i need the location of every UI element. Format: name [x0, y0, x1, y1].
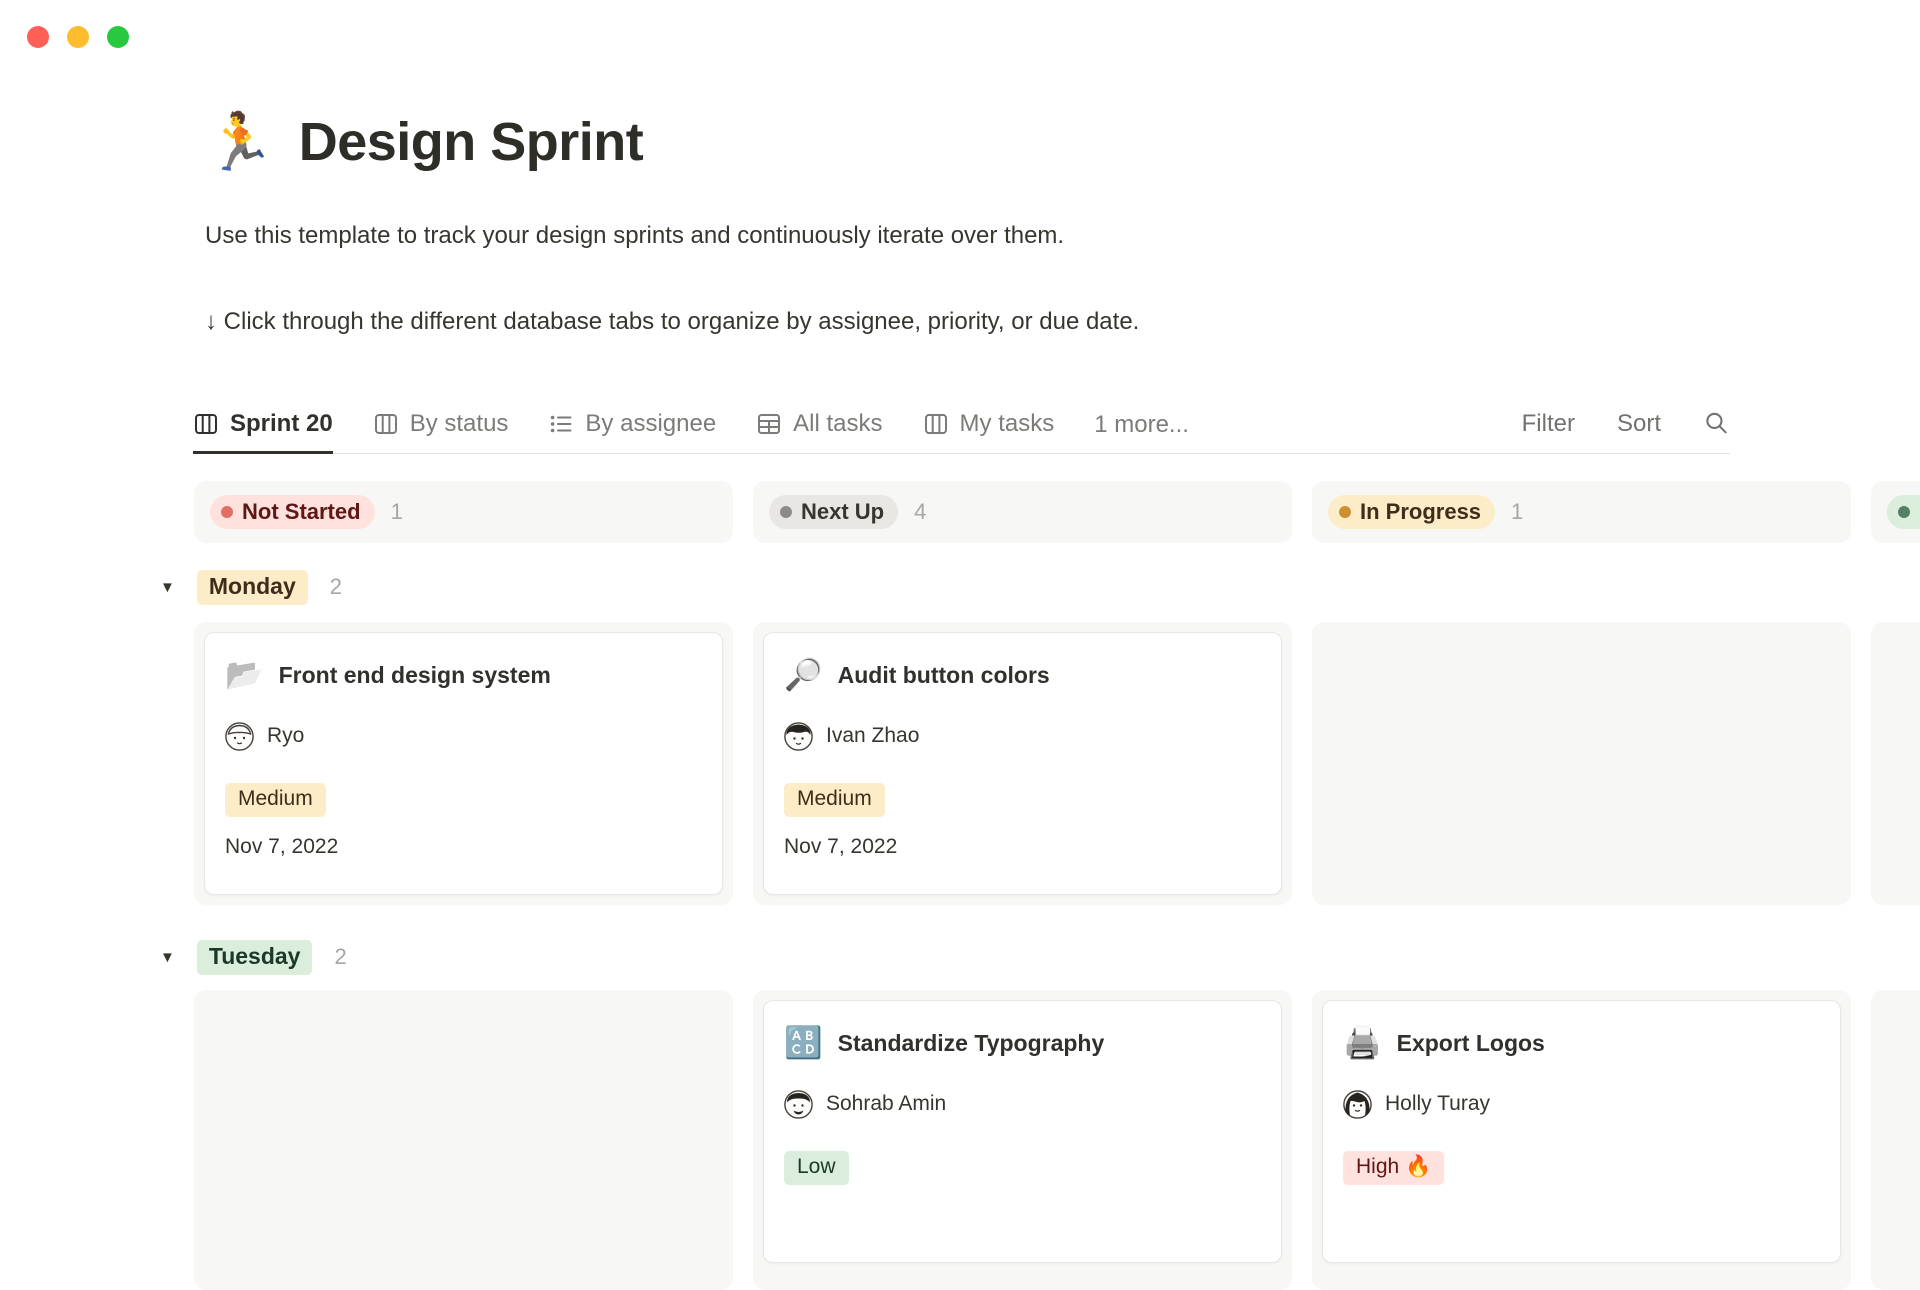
well-monday-not-started: 📂 Front end design system Ryo Medium Nov… [194, 622, 733, 905]
avatar-holly-turay [1343, 1090, 1372, 1119]
view-tabs: Sprint 20 By status By assignee All task… [193, 396, 1054, 453]
page-hint: ↓ Click through the different database t… [205, 308, 1139, 336]
group-row-monday: 📂 Front end design system Ryo Medium Nov… [194, 622, 1920, 905]
status-label: Not Started [242, 499, 361, 525]
group-pill[interactable]: Monday [197, 570, 308, 605]
status-dot-icon [221, 506, 233, 518]
card-title: Export Logos [1397, 1030, 1545, 1057]
avatar-ryo [225, 722, 254, 751]
card-title: Front end design system [279, 662, 551, 689]
well-monday-next-up: 🔎 Audit button colors Ivan Zhao Medium N… [753, 622, 1292, 905]
list-icon [548, 411, 574, 437]
abcd-input-icon: 🔠 [784, 1025, 823, 1061]
board-icon [193, 411, 219, 437]
tab-by-status[interactable]: By status [373, 396, 509, 454]
assignee-name: Sohrab Amin [826, 1092, 946, 1116]
well-tuesday-not-started [194, 990, 733, 1290]
close-button[interactable] [27, 26, 49, 48]
tab-sprint-20[interactable]: Sprint 20 [193, 396, 333, 454]
tab-label: By status [410, 410, 509, 438]
avatar-sohrab-amin [784, 1090, 813, 1119]
assignee-name: Ivan Zhao [826, 724, 919, 748]
column-count: 1 [391, 499, 403, 525]
window-controls [27, 26, 129, 48]
column-header-not-started: Not Started 1 [194, 481, 733, 543]
well-tuesday-partial [1871, 990, 1920, 1290]
priority-badge: High 🔥 [1343, 1151, 1444, 1185]
priority-badge: Medium [225, 783, 326, 817]
tab-label: All tasks [793, 410, 882, 438]
tab-my-tasks[interactable]: My tasks [923, 396, 1055, 454]
tab-label: Sprint 20 [230, 410, 333, 438]
due-date: Nov 7, 2022 [784, 835, 1261, 859]
printer-icon: 🖨️ [1343, 1025, 1382, 1061]
group-row-tuesday: 🔠 Standardize Typography Sohrab Amin Low… [194, 990, 1920, 1290]
priority-badge: Medium [784, 783, 885, 817]
well-monday-in-progress [1312, 622, 1851, 905]
tab-all-tasks[interactable]: All tasks [756, 396, 882, 454]
well-tuesday-next-up: 🔠 Standardize Typography Sohrab Amin Low [753, 990, 1292, 1290]
group-header-tuesday: ▼ Tuesday 2 [160, 936, 347, 978]
group-pill[interactable]: Tuesday [197, 940, 313, 975]
status-pill[interactable]: In Progress [1328, 495, 1495, 529]
card-title: Standardize Typography [838, 1030, 1105, 1057]
status-dot-icon [1339, 506, 1351, 518]
status-label: In Progress [1360, 499, 1481, 525]
column-count: 1 [1511, 499, 1523, 525]
minimize-button[interactable] [67, 26, 89, 48]
group-header-monday: ▼ Monday 2 [160, 566, 342, 608]
board-icon [373, 411, 399, 437]
card-audit-button-colors[interactable]: 🔎 Audit button colors Ivan Zhao Medium N… [763, 632, 1282, 895]
page-header: 🏃 Design Sprint [205, 106, 643, 178]
board-status-header-row: Not Started 1 Next Up 4 In Progress 1 [194, 481, 1920, 543]
view-tools: Filter Sort [1522, 396, 1730, 451]
collapse-toggle-icon[interactable]: ▼ [160, 579, 175, 596]
card-export-logos[interactable]: 🖨️ Export Logos Holly Turay High 🔥 [1322, 1000, 1841, 1263]
card-title: Audit button colors [838, 662, 1050, 689]
zoom-button[interactable] [107, 26, 129, 48]
status-dot-icon [1898, 506, 1910, 518]
page-description: Use this template to track your design s… [205, 222, 1064, 250]
more-views-button[interactable]: 1 more... [1094, 396, 1189, 453]
sort-button[interactable]: Sort [1617, 410, 1661, 438]
database-tabbar: Sprint 20 By status By assignee All task… [193, 396, 1730, 454]
avatar-ivan-zhao [784, 722, 813, 751]
table-icon [756, 411, 782, 437]
card-standardize-typography[interactable]: 🔠 Standardize Typography Sohrab Amin Low [763, 1000, 1282, 1263]
collapse-toggle-icon[interactable]: ▼ [160, 949, 175, 966]
card-front-end-design-system[interactable]: 📂 Front end design system Ryo Medium Nov… [204, 632, 723, 895]
column-header-in-progress: In Progress 1 [1312, 481, 1851, 543]
page-icon[interactable]: 🏃 [205, 106, 275, 178]
search-icon[interactable] [1703, 410, 1730, 437]
status-pill[interactable]: Next Up [769, 495, 898, 529]
group-count: 2 [334, 944, 346, 970]
status-pill[interactable] [1887, 495, 1920, 529]
folder-icon: 📂 [225, 657, 264, 693]
well-monday-partial [1871, 622, 1920, 905]
board-icon [923, 411, 949, 437]
column-count: 4 [914, 499, 926, 525]
tab-label: By assignee [585, 410, 716, 438]
status-pill[interactable]: Not Started [210, 495, 375, 529]
tab-by-assignee[interactable]: By assignee [548, 396, 716, 454]
assignee-name: Ryo [267, 724, 304, 748]
tab-label: My tasks [960, 410, 1055, 438]
page-title: Design Sprint [299, 111, 644, 173]
status-dot-icon [780, 506, 792, 518]
column-header-partial [1871, 481, 1920, 543]
magnifier-icon: 🔎 [784, 657, 823, 693]
status-label: Next Up [801, 499, 884, 525]
assignee-name: Holly Turay [1385, 1092, 1490, 1116]
column-header-next-up: Next Up 4 [753, 481, 1292, 543]
group-count: 2 [330, 574, 342, 600]
priority-badge: Low [784, 1151, 849, 1185]
due-date: Nov 7, 2022 [225, 835, 702, 859]
well-tuesday-in-progress: 🖨️ Export Logos Holly Turay High 🔥 [1312, 990, 1851, 1290]
filter-button[interactable]: Filter [1522, 410, 1575, 438]
